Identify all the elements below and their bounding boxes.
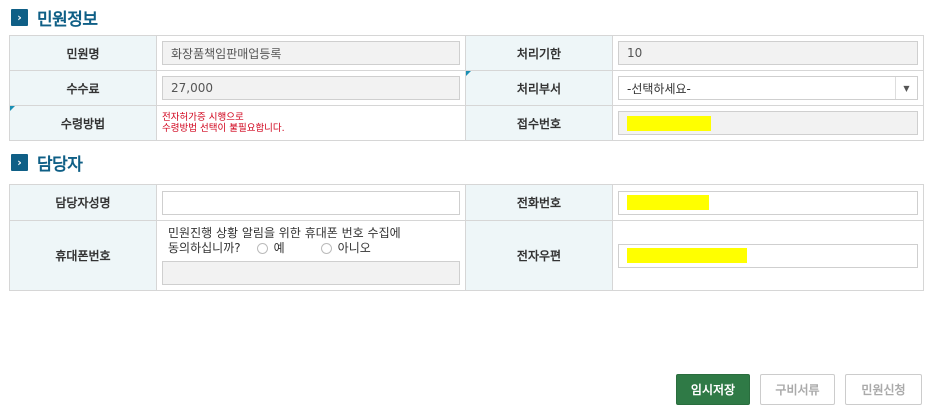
consent-yes-label: 예 [273, 240, 285, 255]
chevron-right-icon: › [11, 153, 28, 171]
fee-label: 수수료 [9, 70, 157, 106]
receipt-number-label: 접수번호 [465, 105, 613, 141]
manager-name-label: 담당자성명 [9, 184, 157, 221]
deadline-label: 처리기한 [465, 35, 613, 71]
dept-select[interactable]: -선택하세요- ▼ [618, 76, 918, 100]
chevron-down-icon[interactable]: ▼ [895, 77, 917, 99]
section-title-civil-info: 민원정보 [37, 9, 98, 30]
consent-no-label: 아니오 [337, 240, 371, 255]
email-input[interactable] [618, 243, 918, 268]
receive-method-label: 수령방법 [60, 116, 106, 131]
dept-label: 처리부서 [516, 81, 562, 96]
consent-question-line2: 동의하십니까? [168, 240, 241, 255]
table-row: 민원명 화장품책임판매업등록 처리기한 10 [9, 35, 924, 71]
table-row: 휴대폰번호 민원진행 상황 알림을 위한 휴대폰 번호 수집에 동의하십니까? … [9, 220, 924, 291]
deadline-field: 10 [618, 41, 918, 65]
temp-save-button[interactable]: 임시저장 [676, 374, 750, 405]
mobile-label: 휴대폰번호 [9, 220, 157, 291]
manager-name-input[interactable] [162, 190, 460, 215]
manager-table: 담당자성명 전화번호 휴대폰번호 민원진행 상황 알림을 위한 휴대폰 번호 수… [9, 184, 924, 291]
section-header-civil-info: › 민원정보 [11, 6, 98, 30]
receive-method-notice: 전자허가증 시행으로 수령방법 선택이 불필요합니다. [162, 112, 285, 134]
documents-button[interactable]: 구비서류 [760, 374, 835, 405]
phone-input[interactable] [618, 190, 918, 215]
dept-select-value: -선택하세요- [627, 81, 691, 96]
redacted-highlight [627, 195, 709, 210]
redacted-highlight [627, 248, 747, 263]
email-label: 전자우편 [465, 220, 613, 291]
required-marker-icon [10, 106, 15, 111]
required-marker-icon [466, 71, 471, 76]
section-header-manager: › 담당자 [11, 151, 83, 175]
fee-field: 27,000 [162, 76, 460, 100]
chevron-right-icon: › [11, 8, 28, 26]
civil-info-table: 민원명 화장품책임판매업등록 처리기한 10 수수료 27,000 처리부서 -… [9, 35, 924, 141]
apply-button[interactable]: 민원신청 [845, 374, 922, 405]
receipt-number-field [618, 111, 918, 135]
table-row: 담당자성명 전화번호 [9, 184, 924, 221]
table-row: 수령방법 전자허가증 시행으로 수령방법 선택이 불필요합니다. 접수번호 [9, 105, 924, 141]
consent-question: 민원진행 상황 알림을 위한 휴대폰 번호 수집에 [168, 225, 401, 240]
phone-label: 전화번호 [465, 184, 613, 221]
consent-yes-radio[interactable] [256, 242, 268, 254]
section-title-manager: 담당자 [37, 154, 83, 175]
civil-name-label: 민원명 [9, 35, 157, 71]
mobile-input[interactable] [162, 260, 460, 285]
table-row: 수수료 27,000 처리부서 -선택하세요- ▼ [9, 70, 924, 106]
redacted-highlight [627, 115, 711, 131]
civil-name-field: 화장품책임판매업등록 [162, 41, 460, 65]
consent-no-radio[interactable] [320, 242, 332, 254]
